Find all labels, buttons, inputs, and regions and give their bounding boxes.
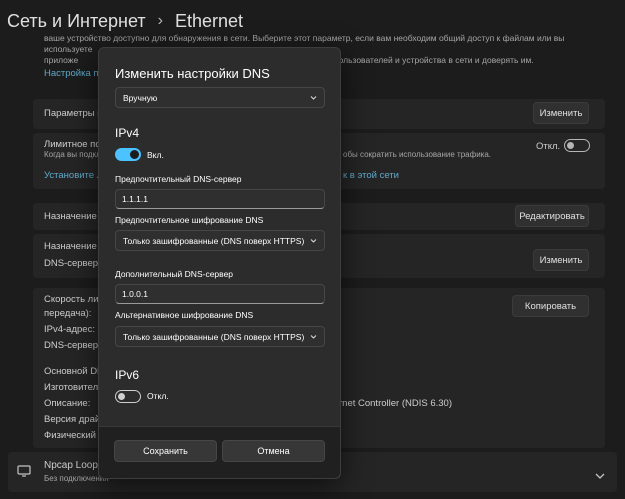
ipv6-toggle[interactable] [115, 390, 141, 403]
chevron-down-icon [310, 93, 317, 100]
dns-mode-select[interactable]: Вручную [115, 87, 325, 108]
alternate-dns-label: Дополнительный DNS-сервер [115, 269, 234, 279]
alternate-encryption-label: Альтернативное шифрование DNS [115, 310, 254, 320]
alternate-dns-value: 1.0.0.1 [122, 289, 148, 299]
alternate-dns-input[interactable]: 1.0.0.1 [115, 284, 325, 304]
chevron-down-icon [310, 332, 317, 339]
ipv4-toggle[interactable] [115, 148, 141, 161]
ipv4-heading: IPv4 [115, 126, 140, 140]
alternate-encryption-value: Только зашифрованные (DNS поверх HTTPS) [123, 331, 305, 342]
dialog-title: Изменить настройки DNS [115, 66, 270, 81]
ipv4-toggle-state: Вкл. [147, 150, 164, 160]
preferred-dns-value: 1.1.1.1 [122, 194, 148, 204]
preferred-dns-input[interactable]: 1.1.1.1 [115, 189, 325, 209]
dialog-footer: Сохранить Отмена [99, 426, 340, 478]
cancel-button[interactable]: Отмена [222, 440, 325, 462]
edit-dns-dialog: Изменить настройки DNS Вручную IPv4 Вкл.… [98, 47, 341, 479]
alternate-encryption-select[interactable]: Только зашифрованные (DNS поверх HTTPS) [115, 326, 325, 347]
save-button[interactable]: Сохранить [114, 440, 217, 462]
chevron-down-icon [310, 236, 317, 243]
dns-mode-value: Вручную [123, 92, 158, 103]
preferred-encryption-label: Предпочтительное шифрование DNS [115, 215, 264, 225]
ipv6-heading: IPv6 [115, 368, 140, 382]
preferred-encryption-value: Только зашифрованные (DNS поверх HTTPS) [123, 235, 305, 246]
ipv6-toggle-state: Откл. [147, 391, 169, 401]
preferred-dns-label: Предпочтительный DNS-сервер [115, 174, 242, 184]
preferred-encryption-select[interactable]: Только зашифрованные (DNS поверх HTTPS) [115, 230, 325, 251]
